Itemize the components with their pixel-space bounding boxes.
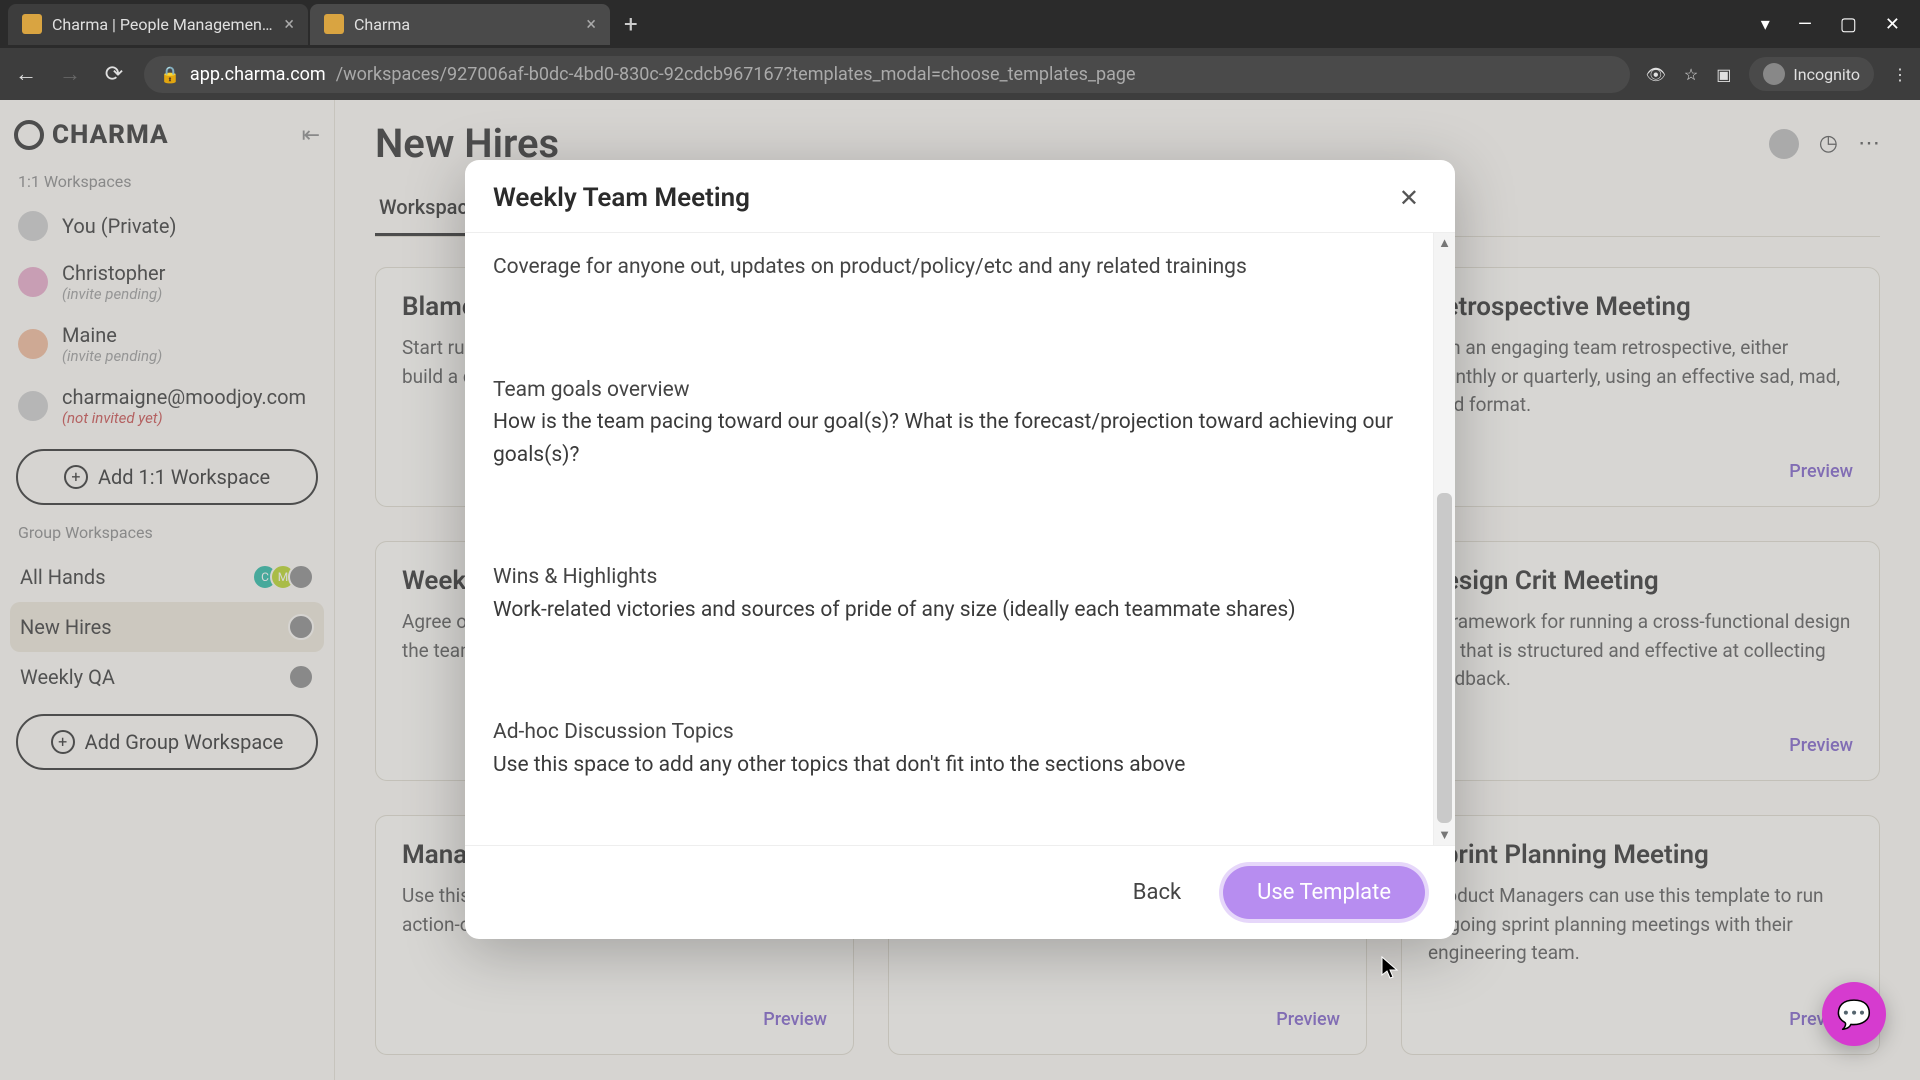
- scroll-down-icon[interactable]: ▼: [1434, 827, 1455, 843]
- eye-off-icon[interactable]: 👁: [1646, 65, 1666, 84]
- browser-chrome: Charma | People Management S × Charma × …: [0, 0, 1920, 100]
- back-button[interactable]: Back: [1117, 870, 1197, 915]
- close-icon[interactable]: ✕: [1391, 180, 1427, 216]
- use-template-button[interactable]: Use Template: [1223, 866, 1425, 919]
- panel-icon[interactable]: ▣: [1716, 65, 1731, 84]
- incognito-badge[interactable]: Incognito: [1749, 57, 1874, 91]
- tab-strip: Charma | People Management S × Charma × …: [0, 0, 1920, 48]
- tab-title: Charma: [354, 15, 576, 34]
- template-preview-modal: Weekly Team Meeting ✕ Coverage for anyon…: [465, 160, 1455, 939]
- new-tab-button[interactable]: +: [612, 10, 650, 38]
- url-bar[interactable]: 🔒 app.charma.com/workspaces/927006af-b0d…: [144, 56, 1630, 93]
- nav-bar: ← → ⟳ 🔒 app.charma.com/workspaces/927006…: [0, 48, 1920, 100]
- template-section-body: Work-related victories and sources of pr…: [493, 594, 1405, 627]
- modal-body[interactable]: Coverage for anyone out, updates on prod…: [465, 233, 1433, 845]
- incognito-icon: [1763, 63, 1785, 85]
- close-icon[interactable]: ×: [284, 14, 294, 35]
- modal-overlay[interactable]: Weekly Team Meeting ✕ Coverage for anyon…: [0, 100, 1920, 1080]
- incognito-label: Incognito: [1793, 65, 1860, 84]
- scrollbar-thumb[interactable]: [1437, 493, 1452, 823]
- template-section-heading: Team goals overview: [493, 374, 1405, 407]
- scrollbar[interactable]: ▲ ▼: [1433, 233, 1455, 845]
- minimize-icon[interactable]: —: [1798, 14, 1812, 35]
- close-icon[interactable]: ×: [586, 14, 596, 35]
- template-section-heading: Ad-hoc Discussion Topics: [493, 716, 1405, 749]
- maximize-icon[interactable]: ▢: [1840, 14, 1857, 35]
- lock-icon: 🔒: [160, 65, 180, 84]
- url-domain: app.charma.com: [190, 64, 326, 85]
- app: CHARMA ⇤ 1:1 Workspaces You (Private) Ch…: [0, 100, 1920, 1080]
- template-line: Coverage for anyone out, updates on prod…: [493, 251, 1405, 284]
- scroll-up-icon[interactable]: ▲: [1434, 235, 1455, 251]
- close-window-icon[interactable]: ✕: [1885, 14, 1900, 35]
- window-controls: ▾ — ▢ ✕: [1761, 14, 1912, 35]
- chat-icon: 💬: [1837, 998, 1872, 1031]
- reload-icon[interactable]: ⟳: [100, 62, 128, 87]
- browser-tab[interactable]: Charma ×: [310, 4, 610, 45]
- chat-fab[interactable]: 💬: [1822, 982, 1886, 1046]
- star-icon[interactable]: ☆: [1684, 65, 1698, 84]
- favicon-icon: [22, 14, 42, 34]
- back-icon[interactable]: ←: [12, 61, 40, 87]
- template-section-body: How is the team pacing toward our goal(s…: [493, 406, 1405, 471]
- favicon-icon: [324, 14, 344, 34]
- template-section-body: Use this space to add any other topics t…: [493, 749, 1405, 782]
- forward-icon[interactable]: →: [56, 61, 84, 87]
- tab-title: Charma | People Management S: [52, 15, 274, 34]
- chevron-down-icon[interactable]: ▾: [1761, 14, 1770, 35]
- kebab-menu-icon[interactable]: ⋮: [1892, 65, 1908, 84]
- template-section-heading: Wins & Highlights: [493, 561, 1405, 594]
- url-path: /workspaces/927006af-b0dc-4bd0-830c-92cd…: [336, 64, 1136, 85]
- nav-right: 👁 ☆ ▣ Incognito ⋮: [1646, 57, 1908, 91]
- browser-tab[interactable]: Charma | People Management S ×: [8, 4, 308, 45]
- modal-title: Weekly Team Meeting: [493, 183, 750, 213]
